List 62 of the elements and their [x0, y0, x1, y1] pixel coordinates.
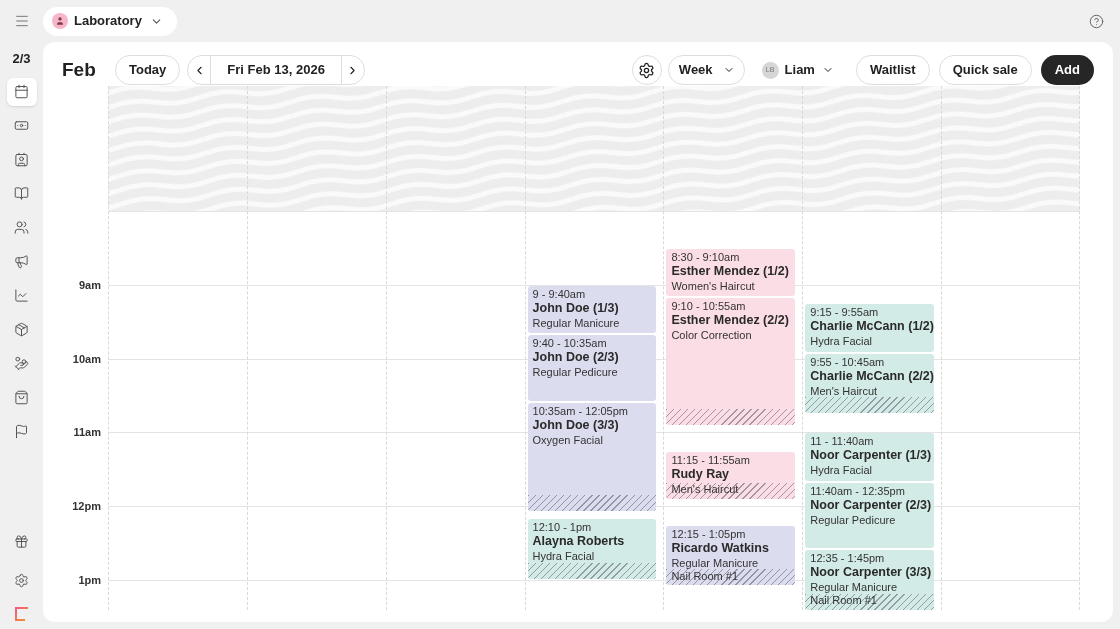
- current-date[interactable]: Fri Feb 13, 2026: [211, 60, 341, 80]
- service-name: Hydra Facial: [810, 334, 874, 349]
- appointment-time: 9:40 - 10:35am: [532, 337, 608, 351]
- month-title: Feb: [62, 57, 97, 82]
- appointment-card[interactable]: 12:15 - 1:05pm Ricardo Watkins Regular Manicure Nail Room #1: [666, 525, 796, 585]
- appointment-card[interactable]: 9 - 9:40am John Doe (1/3) Regular Manicure: [527, 286, 657, 334]
- appointment-card[interactable]: 9:15 - 9:55am Charlie McCann (1/2) Hydra Facial: [805, 304, 935, 352]
- client-name: Rudy Ray: [671, 466, 731, 482]
- client-name: Alayna Roberts: [532, 534, 626, 550]
- room-name: Nail Room #1: [671, 569, 740, 583]
- appointment-time: 11:40am - 12:35pm: [810, 484, 906, 498]
- appointment-card[interactable]: 11:15 - 11:55am Rudy Ray Men's Haircut: [666, 451, 796, 499]
- service-name: Color Correction: [671, 328, 753, 343]
- service-name: Men's Haircut: [810, 383, 879, 398]
- appointment-time: 9 - 9:40am: [532, 288, 587, 301]
- appointment-time: 12:35 - 1:45pm: [810, 552, 886, 566]
- add-button[interactable]: Add: [1040, 55, 1094, 85]
- client-name: John Doe (1/3): [532, 301, 620, 316]
- appointment-card[interactable]: 9:10 - 10:55am Esther Mendez (2/2) Color Correction: [666, 298, 796, 426]
- appointment-card[interactable]: 12:10 - 1pm Alayna Roberts Hydra Facial: [527, 519, 657, 579]
- appointment-time: 9:10 - 10:55am: [671, 300, 747, 314]
- appointment-time: 12:10 - 1pm: [532, 521, 593, 535]
- client-name: John Doe (2/3): [532, 350, 620, 366]
- appointment-card[interactable]: 9:40 - 10:35am John Doe (2/3) Regular Pedicure: [527, 335, 657, 401]
- client-name: Noor Carpenter (2/3): [810, 497, 930, 513]
- hour-label: 12pm: [72, 499, 101, 514]
- appointment-time: 8:30 - 9:10am: [671, 251, 741, 265]
- appointment-card[interactable]: 12:35 - 1:45pm Noor Carpenter (3/3) Regular Manicure Nail Room #1: [805, 550, 935, 610]
- appointment-card[interactable]: 9:55 - 10:45am Charlie McCann (2/2) Men's Haircut: [805, 353, 935, 413]
- hour-label: 10am: [72, 351, 101, 366]
- service-name: Regular Pedicure: [810, 512, 897, 527]
- appointment-card[interactable]: 11:40am - 12:35pm Noor Carpenter (2/3) Regular Pedicure: [805, 482, 935, 549]
- appointment-time: 12:15 - 1:05pm: [671, 527, 747, 541]
- service-name: Regular Manicure: [532, 316, 621, 330]
- service-name: Hydra Facial: [810, 463, 874, 478]
- location-selector[interactable]: Laboratory: [43, 6, 177, 36]
- appointment-time: 9:15 - 9:55am: [810, 306, 880, 320]
- hour-label: 1pm: [78, 572, 101, 587]
- client-name: Noor Carpenter (1/3): [810, 448, 930, 464]
- service-name: Regular Manicure: [810, 580, 899, 595]
- service-name: Oxygen Facial: [532, 432, 604, 447]
- page-counter: 2/3: [12, 50, 31, 68]
- service-name: Regular Pedicure: [532, 365, 619, 380]
- appointment-card[interactable]: 8:30 - 9:10am Esther Mendez (1/2) Women's Haircut: [666, 249, 796, 297]
- appointment-time: 11:15 - 11:55am: [671, 453, 751, 467]
- appointment-card[interactable]: 10:35am - 12:05pm John Doe (3/3) Oxygen Facial: [527, 402, 657, 512]
- appointment-card[interactable]: 11 - 11:40am Noor Carpenter (1/3) Hydra Facial: [805, 433, 935, 481]
- client-name: John Doe (3/3): [532, 417, 620, 433]
- appointment-time: 10:35am - 12:05pm: [532, 404, 629, 418]
- client-name: Noor Carpenter (3/3): [810, 565, 930, 581]
- hour-label: 11am: [73, 425, 101, 440]
- service-name: Hydra Facial: [532, 549, 596, 564]
- service-name: Regular Manicure: [671, 555, 760, 570]
- service-name: Men's Haircut: [671, 481, 740, 496]
- service-name: Women's Haircut: [671, 279, 756, 294]
- client-name: Esther Mendez (2/2): [671, 313, 790, 329]
- client-name: Ricardo Watkins: [671, 540, 770, 556]
- appointment-time: 11 - 11:40am: [810, 435, 875, 449]
- room-name: Nail Room #1: [810, 594, 878, 608]
- client-name: Esther Mendez (1/2): [671, 264, 790, 280]
- hour-label: 9am: [78, 278, 101, 292]
- appointment-time: 9:55 - 10:45am: [810, 355, 886, 369]
